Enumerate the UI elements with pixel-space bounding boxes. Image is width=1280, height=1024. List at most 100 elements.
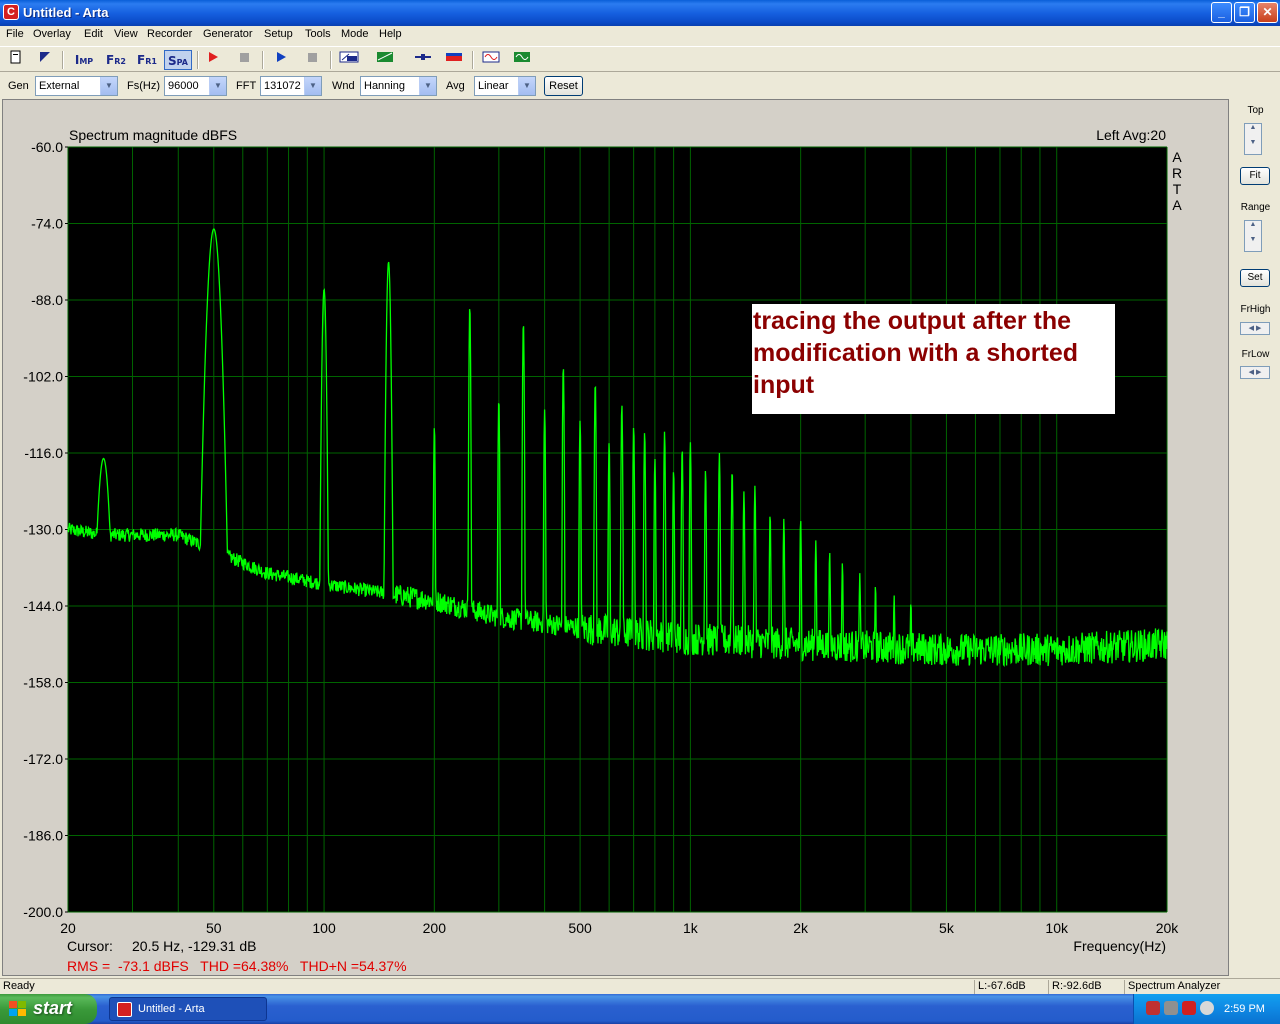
fit-button[interactable]: Fit [1240, 167, 1270, 185]
chevron-down-icon[interactable]: ▼ [419, 77, 436, 95]
spin-up-icon[interactable]: ▲ [1245, 221, 1261, 236]
shield-icon[interactable] [1182, 1001, 1196, 1015]
menu-view[interactable]: View [114, 28, 138, 40]
menu-bar: File Overlay Edit View Recorder Generato… [0, 26, 1280, 44]
play-icon[interactable] [270, 50, 292, 70]
x-axis-label: Frequency(Hz) [1073, 938, 1166, 954]
fft-value: 131072 [264, 80, 301, 92]
menu-setup[interactable]: Setup [264, 28, 293, 40]
y-tick-label: -60.0 [31, 139, 63, 155]
spa-mode-button[interactable]: SPA [164, 50, 192, 70]
sine-wave-icon[interactable] [480, 50, 502, 70]
x-tick-label: 500 [568, 920, 592, 936]
start-label: start [33, 998, 73, 1018]
start-button[interactable]: start [0, 994, 97, 1024]
new-file-icon[interactable] [5, 50, 27, 70]
reset-button[interactable]: Reset [544, 76, 583, 96]
stats-readout: RMS = -73.1 dBFS THD =64.38% THD+N =54.3… [67, 958, 407, 974]
slider-icon[interactable] [412, 50, 434, 70]
frlow-spinner[interactable]: ◀ ▶ [1240, 366, 1270, 379]
menu-generator[interactable]: Generator [203, 28, 253, 40]
stop-icon[interactable] [233, 50, 255, 70]
set-button[interactable]: Set [1240, 269, 1270, 287]
channel-avg-label: Left Avg:20 [1096, 127, 1166, 143]
chevron-down-icon[interactable]: ▼ [518, 77, 535, 95]
menu-recorder[interactable]: Recorder [147, 28, 192, 40]
x-tick-label: 2k [793, 920, 809, 936]
x-tick-label: 20k [1156, 920, 1180, 936]
menu-help[interactable]: Help [379, 28, 402, 40]
menu-tools[interactable]: Tools [305, 28, 331, 40]
spin-down-icon[interactable]: ▼ [1245, 139, 1261, 154]
record-icon[interactable] [202, 50, 224, 70]
chevron-down-icon[interactable]: ▼ [304, 77, 321, 95]
top-label: Top [1247, 105, 1264, 116]
status-ready: Ready [3, 980, 35, 992]
x-tick-label: 100 [312, 920, 336, 936]
frhigh-spinner[interactable]: ◀ ▶ [1240, 322, 1270, 335]
status-left-level: L:-67.6dB [974, 980, 1046, 994]
gen-select[interactable]: External ▼ [35, 76, 118, 96]
side-panel: Top ▲ ▼ Fit Range ▲ ▼ Set FrHigh ◀ ▶ FrLow… [1231, 99, 1280, 976]
taskbar-item-arta[interactable]: Untitled - Arta [109, 997, 267, 1021]
x-tick-label: 200 [423, 920, 447, 936]
close-button[interactable]: ✕ [1257, 2, 1278, 23]
fr1-mode-button[interactable]: FR1 [133, 50, 161, 70]
menu-overlay[interactable]: Overlay [33, 28, 71, 40]
avg-select[interactable]: Linear ▼ [474, 76, 536, 96]
avg-value: Linear [478, 80, 509, 92]
fft-select[interactable]: 131072 ▼ [260, 76, 322, 96]
toolbar-separator [262, 51, 264, 69]
antivirus-icon[interactable] [1200, 1001, 1214, 1015]
y-tick-label: -116.0 [24, 445, 63, 461]
menu-file[interactable]: File [6, 28, 24, 40]
impulse-mode-button[interactable]: IMP [70, 50, 98, 70]
top-spinner[interactable]: ▲ ▼ [1244, 123, 1262, 155]
fs-select[interactable]: 96000 ▼ [164, 76, 227, 96]
annotation-line-3: input [753, 371, 815, 399]
spin-down-icon[interactable]: ▼ [1245, 236, 1261, 251]
speaker-icon[interactable] [1164, 1001, 1178, 1015]
menu-edit[interactable]: Edit [84, 28, 103, 40]
toolbar-separator [472, 51, 474, 69]
y-tick-label: -200.0 [23, 904, 63, 920]
range-label: Range [1240, 202, 1271, 213]
chevron-down-icon[interactable]: ▼ [209, 77, 226, 95]
spectrum-graph-panel[interactable]: Spectrum magnitude dBFS Left Avg:20 -60.… [2, 99, 1229, 976]
control-bar: Gen External ▼ Fs(Hz) 96000 ▼ FFT 131072… [0, 73, 1280, 98]
fs-value: 96000 [168, 80, 199, 92]
spectrum-color-icon[interactable] [443, 50, 465, 70]
annotation-box: tracing the output after the modificatio… [752, 304, 1115, 414]
fr2-mode-button[interactable]: FR2 [102, 50, 130, 70]
clock: 2:59 PM [1224, 1003, 1265, 1015]
windows-logo-icon [9, 1001, 26, 1016]
y-axis: -60.0 -74.0 -88.0 -102.0 -116.0 -130.0 -144.0 -… [23, 139, 68, 920]
open-file-icon[interactable] [34, 50, 56, 70]
arta-icon [117, 1002, 132, 1017]
spin-up-icon[interactable]: ▲ [1245, 124, 1261, 139]
status-right-level: R:-92.6dB [1048, 980, 1122, 994]
annotation-line-2: modification with a shorted [753, 339, 1078, 367]
scope-icon[interactable] [511, 50, 533, 70]
network-icon[interactable] [1146, 1001, 1160, 1015]
chart-options-icon[interactable] [374, 50, 396, 70]
chart-title: Spectrum magnitude dBFS [69, 127, 237, 143]
maximize-button[interactable]: ❐ [1234, 2, 1255, 23]
avg-label: Avg [446, 80, 465, 92]
minimize-button[interactable]: _ [1211, 2, 1232, 23]
chevron-down-icon[interactable]: ▼ [100, 77, 117, 95]
spectrum-chart[interactable]: Spectrum magnitude dBFS Left Avg:20 -60.… [3, 100, 1230, 977]
arta-icon[interactable]: C [3, 4, 19, 20]
gen-label: Gen [8, 80, 29, 92]
range-spinner[interactable]: ▲ ▼ [1244, 220, 1262, 252]
abc-icon[interactable] [338, 50, 360, 70]
menu-mode[interactable]: Mode [341, 28, 369, 40]
wnd-select[interactable]: Hanning ▼ [360, 76, 437, 96]
stop-generator-icon[interactable] [301, 50, 323, 70]
x-tick-label: 20 [60, 920, 76, 936]
y-tick-label: -88.0 [31, 292, 63, 308]
fft-label: FFT [236, 80, 257, 92]
x-tick-label: 10k [1045, 920, 1069, 936]
frlow-label: FrLow [1241, 349, 1270, 360]
title-bar[interactable]: C Untitled - Arta _ ❐ ✕ [0, 0, 1280, 26]
